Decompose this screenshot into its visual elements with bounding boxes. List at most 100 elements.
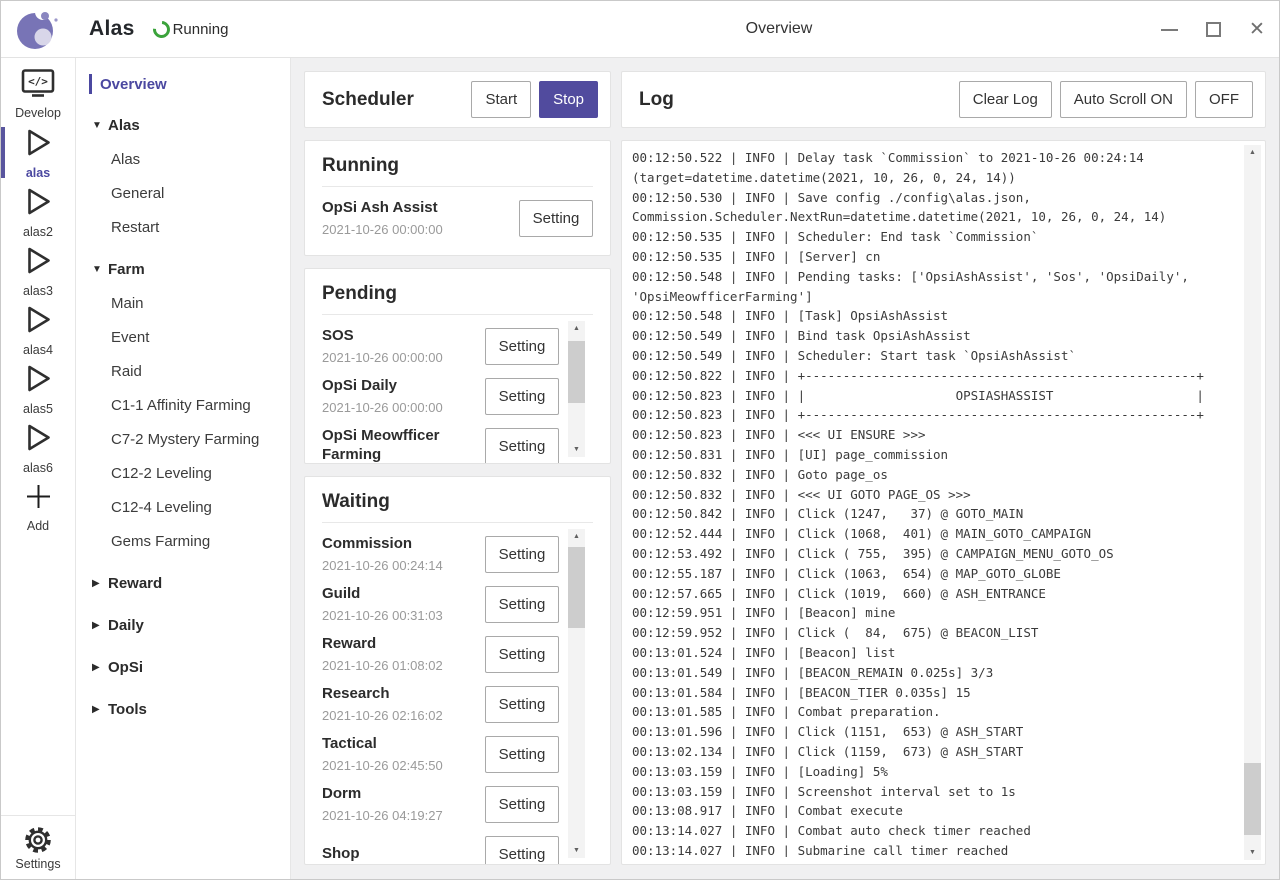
task-next-run-time: 2021-10-26 00:24:14 [322,558,443,573]
rail-item[interactable]: alas6 [1,418,75,477]
task-row: Research 2021-10-26 02:16:02 Setting [322,679,559,729]
scroll-thumb[interactable] [1244,763,1261,835]
task-setting-button[interactable]: Setting [485,636,559,673]
chevron-right-icon: ▶ [92,620,108,631]
rail-item-label: alas2 [23,225,53,239]
settings-label: Settings [15,857,60,871]
rail-item-label: alas [26,166,50,180]
nav-child-item[interactable]: C7-2 Mystery Farming [76,422,290,456]
task-setting-button[interactable]: Setting [519,200,593,237]
nav-group: ▶ OpSi [76,651,290,684]
task-row: OpSi Ash Assist 2021-10-26 00:00:00 Sett… [322,193,593,243]
task-setting-button[interactable]: Setting [485,786,559,823]
scheduler-header-card: Scheduler Start Stop [304,71,611,128]
log-lines: 00:12:50.522 | INFO | Delay task `Commis… [632,148,1231,857]
task-row: OpSi Daily 2021-10-26 00:00:00 Setting [322,371,559,421]
task-setting-button[interactable]: Setting [485,586,559,623]
log-line: 00:13:01.596 | INFO | Click (1151, 653) … [632,722,1231,742]
nav-group-label: Reward [108,575,162,592]
nav-group-header[interactable]: ▶ Tools [76,693,290,726]
log-line: 00:12:59.951 | INFO | [Beacon] mine [632,603,1231,623]
scheduler-status: Running [153,21,229,38]
nav-child-item[interactable]: General [76,176,290,210]
scroll-down-icon[interactable]: ▼ [568,843,585,858]
clear-log-button[interactable]: Clear Log [959,81,1052,118]
svg-text:</>: </> [28,75,48,88]
task-row: Reward 2021-10-26 01:08:02 Setting [322,629,559,679]
rail-item-icon [23,481,54,517]
titlebar: Alas Running Overview ✕ [1,1,1279,58]
task-next-run-time: 2021-10-26 00:31:03 [322,608,443,623]
nav-child-item[interactable]: Main [76,286,290,320]
nav-child-item[interactable]: Gems Farming [76,524,290,558]
rail-item[interactable]: alas [1,123,75,182]
task-next-run-time: 2021-10-26 02:45:50 [322,758,443,773]
nav-group-header[interactable]: ▶ OpSi [76,651,290,684]
waiting-scrollbar[interactable]: ▲ ▼ [568,529,585,858]
nav-group-header[interactable]: ▼ Farm [76,253,290,286]
scroll-up-icon[interactable]: ▲ [568,529,585,544]
log-line: 00:12:50.549 | INFO | Scheduler: Start t… [632,346,1231,366]
rail-item[interactable]: Add [1,477,75,536]
nav-group-label: OpSi [108,659,143,676]
nav-child-item[interactable]: Alas [76,142,290,176]
start-button[interactable]: Start [471,81,531,118]
task-setting-button[interactable]: Setting [485,378,559,415]
scroll-thumb[interactable] [568,547,585,628]
scroll-track[interactable] [1244,160,1261,845]
minimize-button[interactable] [1147,1,1191,58]
rail-item[interactable]: </> Develop [1,64,75,123]
nav-child-item[interactable]: Event [76,320,290,354]
task-setting-button[interactable]: Setting [485,328,559,365]
task-info: Research 2021-10-26 02:16:02 [322,685,449,723]
rail-item-icon [23,244,54,282]
task-setting-button[interactable]: Setting [485,736,559,773]
nav-group-header[interactable]: ▶ Daily [76,609,290,642]
active-indicator [1,127,5,178]
auto-scroll-off-button[interactable]: OFF [1195,81,1253,118]
log-line: 00:12:50.530 | INFO | Save config ./conf… [632,188,1231,228]
pending-scrollbar[interactable]: ▲ ▼ [568,321,585,457]
nav-child-item[interactable]: Raid [76,354,290,388]
auto-scroll-on-button[interactable]: Auto Scroll ON [1060,81,1187,118]
rail-item[interactable]: alas4 [1,300,75,359]
task-setting-button[interactable]: Setting [485,836,559,865]
task-setting-button[interactable]: Setting [485,686,559,723]
nav-child-item[interactable]: C12-2 Leveling [76,456,290,490]
scroll-track[interactable] [568,544,585,843]
scroll-up-icon[interactable]: ▲ [568,321,585,336]
rail-item[interactable]: alas3 [1,241,75,300]
rail-item-icon [23,421,54,459]
nav-group-header[interactable]: ▼ Alas [76,109,290,142]
nav-child-item[interactable]: Restart [76,210,290,244]
task-row: Tactical 2021-10-26 02:45:50 Setting [322,729,559,779]
nav-child-item[interactable]: C12-4 Leveling [76,490,290,524]
nav-child-item[interactable]: C1-1 Affinity Farming [76,388,290,422]
rail-item-label: alas3 [23,284,53,298]
scroll-track[interactable] [568,336,585,442]
close-button[interactable]: ✕ [1235,1,1279,58]
nav-menu: Overview ▼ Alas Alas G [76,58,291,879]
rail-item[interactable]: alas2 [1,182,75,241]
rail-item[interactable]: alas5 [1,359,75,418]
stop-button[interactable]: Stop [539,81,598,118]
nav-group-header[interactable]: ▶ Reward [76,567,290,600]
page-title: Overview [746,20,813,38]
chevron-right-icon: ▶ [92,662,108,673]
scroll-down-icon[interactable]: ▼ [568,442,585,457]
scroll-thumb[interactable] [568,341,585,402]
status-label: Running [173,21,229,38]
settings-button[interactable]: Settings [1,815,75,879]
task-name: Guild [322,585,443,604]
nav-item-overview[interactable]: Overview [76,68,290,100]
maximize-button[interactable] [1191,1,1235,58]
task-name: Shop [322,845,360,864]
scroll-up-icon[interactable]: ▲ [1244,145,1261,160]
task-info: Dorm 2021-10-26 04:19:27 [322,785,449,823]
scroll-down-icon[interactable]: ▼ [1244,845,1261,860]
task-row: SOS 2021-10-26 00:00:00 Setting [322,321,559,371]
rail-item-label: alas6 [23,461,53,475]
task-setting-button[interactable]: Setting [485,536,559,573]
log-scrollbar[interactable]: ▲ ▼ [1244,145,1261,860]
task-setting-button[interactable]: Setting [485,428,559,464]
